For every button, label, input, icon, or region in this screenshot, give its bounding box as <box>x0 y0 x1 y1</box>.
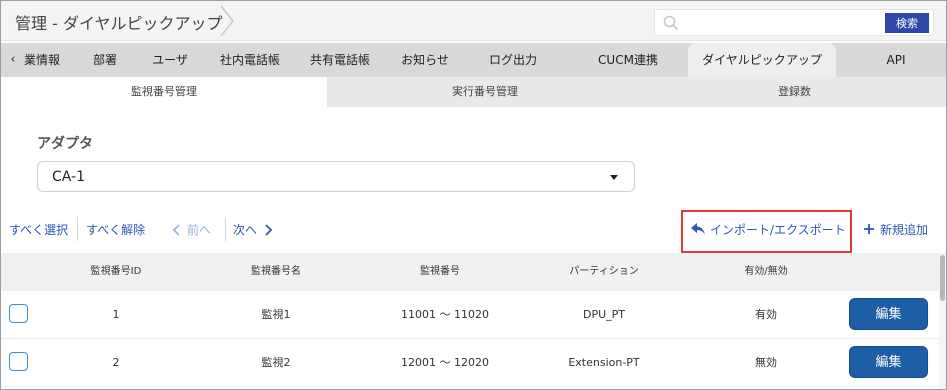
toolbar-divider <box>225 217 226 241</box>
subtab-monitor-numbers[interactable]: 監視番号管理 <box>1 77 327 107</box>
cell-partition: Extension-PT <box>568 356 640 369</box>
reply-arrow-icon <box>691 223 705 235</box>
page-title: 管理 - ダイヤルピックアップ <box>15 14 223 33</box>
breadcrumb-chevron-icon <box>220 5 234 37</box>
cell-number: 11001 ～ 11020 <box>401 308 489 321</box>
column-header-id: 監視番号ID <box>90 266 142 277</box>
table-row: 2 監視2 12001 ～ 12020 Extension-PT 無効 編集 <box>1 339 939 387</box>
search-icon <box>663 15 679 31</box>
tab-cucm[interactable]: CUCM連携 <box>577 43 679 77</box>
app-window: 管理 - ダイヤルピックアップ 検索 ‹ 業情報 部署 ユーザ 社内電話帳 共有… <box>0 0 947 390</box>
cell-status: 無効 <box>755 356 777 369</box>
tab-internal-phonebook[interactable]: 社内電話帳 <box>207 43 293 77</box>
table-header: 監視番号ID 監視番号名 監視番号 パーティション 有効/無効 <box>1 253 939 291</box>
sub-tabs: 監視番号管理 実行番号管理 登録数 <box>1 77 946 107</box>
tab-shared-phonebook[interactable]: 共有電話帳 <box>297 43 383 77</box>
search-input[interactable] <box>685 12 875 33</box>
row-checkbox[interactable] <box>9 352 28 371</box>
edit-button[interactable]: 編集 <box>849 298 928 330</box>
column-header-partition: パーティション <box>569 266 639 277</box>
table-row: 1 監視1 11001 ～ 11020 DPU_PT 有効 編集 <box>1 291 939 339</box>
add-new-link[interactable]: 新規追加 <box>880 221 928 238</box>
table-scrollbar[interactable] <box>939 253 946 389</box>
main-tabs: ‹ 業情報 部署 ユーザ 社内電話帳 共有電話帳 お知らせ ログ出力 CUCM連… <box>1 43 946 77</box>
deselect-all-link[interactable]: すべく解除 <box>86 221 145 238</box>
column-header-number: 監視番号 <box>420 266 460 277</box>
import-export-link[interactable]: インポート/エクスポート <box>710 221 846 238</box>
adapter-select[interactable]: CA-1 <box>37 161 635 192</box>
cell-name: 監視1 <box>261 308 291 321</box>
prev-page-link[interactable]: 前へ <box>187 221 211 238</box>
tab-users[interactable]: ユーザ <box>139 43 201 77</box>
plus-icon <box>864 224 874 234</box>
adapter-selected-value: CA-1 <box>52 169 86 185</box>
chevron-left-icon <box>172 224 180 236</box>
search-button[interactable]: 検索 <box>885 13 929 33</box>
scrollbar-thumb[interactable] <box>940 255 945 301</box>
cell-status: 有効 <box>755 308 777 321</box>
next-page-link[interactable]: 次へ <box>233 221 257 238</box>
tab-notices[interactable]: お知らせ <box>389 43 461 77</box>
tab-log-output[interactable]: ログ出力 <box>471 43 555 77</box>
tab-api[interactable]: API <box>853 43 939 77</box>
column-header-status: 有効/無効 <box>744 266 788 277</box>
subtab-exec-numbers[interactable]: 実行番号管理 <box>327 77 643 107</box>
adapter-label: アダプタ <box>37 136 93 152</box>
cell-id: 1 <box>112 308 120 321</box>
edit-button[interactable]: 編集 <box>849 346 928 378</box>
search-box: 検索 <box>654 9 934 36</box>
cell-name: 監視2 <box>261 356 291 369</box>
cell-id: 2 <box>112 356 120 369</box>
caret-down-icon <box>610 175 618 180</box>
tab-company-info[interactable]: 業情報 <box>15 43 69 77</box>
select-all-link[interactable]: すべく選択 <box>9 221 68 238</box>
tab-dial-pickup[interactable]: ダイヤルピックアップ <box>688 43 836 77</box>
cell-partition: DPU_PT <box>582 308 625 321</box>
toolbar-divider <box>77 217 78 241</box>
chevron-right-icon <box>265 224 273 236</box>
tab-department[interactable]: 部署 <box>79 43 131 77</box>
cell-number: 12001 ～ 12020 <box>401 356 489 369</box>
row-checkbox[interactable] <box>9 304 28 323</box>
page-header: 管理 - ダイヤルピックアップ 検索 <box>1 1 946 41</box>
column-header-name: 監視番号名 <box>251 266 301 277</box>
subtab-registration-count[interactable]: 登録数 <box>643 77 946 107</box>
